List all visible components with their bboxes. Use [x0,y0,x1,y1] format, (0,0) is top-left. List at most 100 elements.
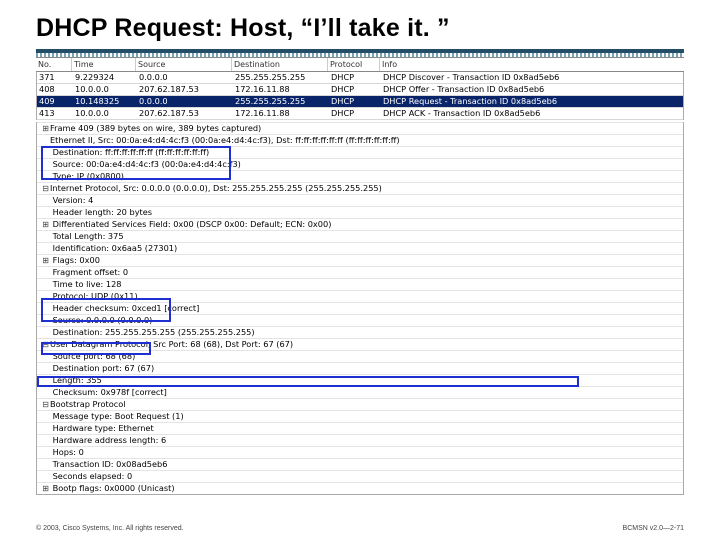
detail-text: Ethernet II, Src: 00:0a:e4:d4:4c:f3 (00:… [50,135,400,145]
detail-line: ⊟Bootstrap Protocol [37,398,683,410]
detail-line: ⊟Internet Protocol, Src: 0.0.0.0 (0.0.0.… [37,182,683,194]
detail-line: ⊞ Bootp flags: 0x0000 (Unicast) [37,482,683,494]
cell-no: 371 [37,72,73,83]
detail-line: ⊟User Datagram Protocol, Src Port: 68 (6… [37,338,683,350]
cell-src: 207.62.187.53 [137,108,233,119]
detail-text: Destination: 255.255.255.255 (255.255.25… [50,327,255,337]
hdr-protocol: Protocol [328,58,380,71]
detail-text: Transaction ID: 0x08ad5eb6 [50,459,167,469]
column-headers: No. Time Source Destination Protocol Inf… [36,57,684,72]
expander-icon[interactable]: ⊟ [41,399,50,410]
detail-line: Version: 4 [37,194,683,206]
cell-info: DHCP Offer - Transaction ID 0x8ad5eb6 [381,84,683,95]
detail-text: Internet Protocol, Src: 0.0.0.0 (0.0.0.0… [50,183,382,193]
detail-line: ⊞ Flags: 0x00 [37,254,683,266]
detail-text: Destination port: 67 (67) [50,363,154,373]
detail-line: Fragment offset: 0 [37,266,683,278]
cell-proto: DHCP [329,96,381,107]
packet-capture: No. Time Source Destination Protocol Inf… [36,57,684,495]
detail-line: Length: 355 [37,374,683,386]
hdr-destination: Destination [232,58,328,71]
packet-row[interactable]: 41310.0.0.0207.62.187.53172.16.11.88DHCP… [37,108,683,120]
detail-line: Identification: 0x6aa5 (27301) [37,242,683,254]
expander-icon[interactable]: ⊟ [41,183,50,194]
cell-proto: DHCP [329,108,381,119]
cell-src: 0.0.0.0 [137,96,233,107]
detail-text: Hops: 0 [50,447,84,457]
cell-proto: DHCP [329,84,381,95]
detail-text: Total Length: 375 [50,231,124,241]
expander-icon[interactable]: ⊞ [41,123,50,134]
cell-time: 10.148325 [73,96,137,107]
detail-line: Source: 0.0.0.0 (0.0.0.0) [37,314,683,326]
detail-line: Protocol: UDP (0x11) [37,290,683,302]
detail-line: Source port: 68 (68) [37,350,683,362]
detail-text: Frame 409 (389 bytes on wire, 389 bytes … [50,123,261,133]
cell-dst: 172.16.11.88 [233,84,329,95]
cell-dst: 172.16.11.88 [233,108,329,119]
hdr-info: Info [380,58,684,71]
detail-line: Message type: Boot Request (1) [37,410,683,422]
detail-text: Version: 4 [50,195,93,205]
packet-row[interactable]: 40910.1483250.0.0.0255.255.255.255DHCPDH… [37,96,683,108]
detail-text: Length: 355 [50,375,102,385]
slide-title: DHCP Request: Host, “I’ll take it. ” [0,0,720,49]
expander-icon[interactable]: ⊞ [41,219,50,230]
expander-icon[interactable]: ⊟ [41,339,50,350]
detail-line: Total Length: 375 [37,230,683,242]
detail-text: Checksum: 0x978f [correct] [50,387,167,397]
cell-time: 9.229324 [73,72,137,83]
cell-info: DHCP Request - Transaction ID 0x8ad5eb6 [381,96,683,107]
cell-no: 413 [37,108,73,119]
copyright: © 2003, Cisco Systems, Inc. All rights r… [36,525,184,532]
detail-text: Source: 00:0a:e4:d4:4c:f3 (00:0a:e4:d4:4… [50,159,241,169]
slide-number: BCMSN v2.0—2-71 [623,525,684,532]
detail-line: Type: IP (0x0800) [37,170,683,182]
detail-text: Time to live: 128 [50,279,121,289]
detail-text: Type: IP (0x0800) [50,171,124,181]
detail-line: ⊞ Differentiated Services Field: 0x00 (D… [37,218,683,230]
detail-text: Differentiated Services Field: 0x00 (DSC… [50,219,331,229]
detail-text: Header checksum: 0xced1 [correct] [50,303,199,313]
detail-text: Bootstrap Protocol [50,399,126,409]
detail-line: Hardware type: Ethernet [37,422,683,434]
detail-text: Fragment offset: 0 [50,267,128,277]
packet-list: 3719.2293240.0.0.0255.255.255.255DHCPDHC… [36,72,684,120]
detail-text: Identification: 0x6aa5 (27301) [50,243,177,253]
cell-dst: 255.255.255.255 [233,96,329,107]
detail-line: Seconds elapsed: 0 [37,470,683,482]
detail-text: Message type: Boot Request (1) [50,411,184,421]
packet-row[interactable]: 40810.0.0.0207.62.187.53172.16.11.88DHCP… [37,84,683,96]
detail-text: Hardware address length: 6 [50,435,166,445]
detail-text: Destination: ff:ff:ff:ff:ff:ff (ff:ff:ff… [50,147,209,157]
expander-icon[interactable]: ⊞ [41,255,50,266]
cell-no: 408 [37,84,73,95]
hdr-no: No. [36,58,72,71]
detail-text: Header length: 20 bytes [50,207,152,217]
detail-line: Time to live: 128 [37,278,683,290]
detail-line: Destination: ff:ff:ff:ff:ff:ff (ff:ff:ff… [37,146,683,158]
detail-text: Hardware type: Ethernet [50,423,154,433]
detail-line: Destination port: 67 (67) [37,362,683,374]
cell-src: 0.0.0.0 [137,72,233,83]
cell-info: DHCP Discover - Transaction ID 0x8ad5eb6 [381,72,683,83]
detail-line: ⊞Frame 409 (389 bytes on wire, 389 bytes… [37,122,683,134]
footer: © 2003, Cisco Systems, Inc. All rights r… [36,525,684,532]
detail-text: Flags: 0x00 [50,255,100,265]
packet-row[interactable]: 3719.2293240.0.0.0255.255.255.255DHCPDHC… [37,72,683,84]
detail-line: Source: 00:0a:e4:d4:4c:f3 (00:0a:e4:d4:4… [37,158,683,170]
hdr-source: Source [136,58,232,71]
cell-time: 10.0.0.0 [73,84,137,95]
cell-no: 409 [37,96,73,107]
detail-line: Checksum: 0x978f [correct] [37,386,683,398]
expander-icon[interactable]: ⊞ [41,483,50,494]
detail-line: Header checksum: 0xced1 [correct] [37,302,683,314]
hdr-time: Time [72,58,136,71]
detail-line: Hardware address length: 6 [37,434,683,446]
detail-text: Seconds elapsed: 0 [50,471,132,481]
detail-line: Transaction ID: 0x08ad5eb6 [37,458,683,470]
cell-dst: 255.255.255.255 [233,72,329,83]
cell-time: 10.0.0.0 [73,108,137,119]
cell-src: 207.62.187.53 [137,84,233,95]
title-rule [36,49,684,57]
